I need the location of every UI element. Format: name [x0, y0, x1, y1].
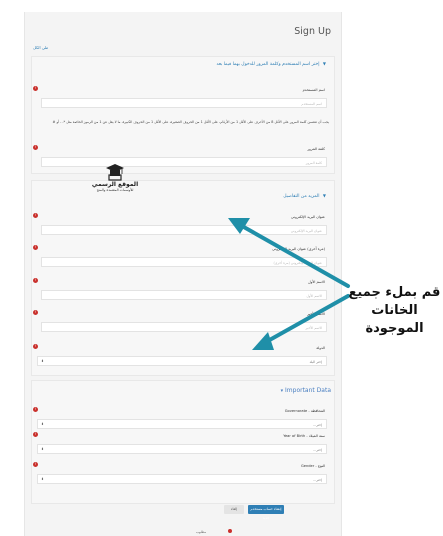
cancel-button[interactable]: إلغاء: [224, 505, 244, 514]
username-input[interactable]: اسم المستخدم: [41, 98, 327, 108]
caret-down-icon: ▼: [322, 193, 326, 198]
more-details-header[interactable]: ▼ المزيد من التفاصيل: [283, 193, 326, 199]
caret-down-icon: ▾: [280, 388, 284, 394]
firstname-label: الاسم الأول: [308, 280, 325, 284]
important-data-section: [31, 380, 335, 504]
lastname-input[interactable]: الاسم الأخير: [41, 322, 327, 332]
country-select-value: إختر البلد: [309, 359, 322, 364]
governorate-select-value: إختر...: [313, 422, 322, 427]
lastname-placeholder: الاسم الأخير: [305, 325, 322, 330]
password-placeholder: كلمة المرور: [305, 160, 322, 165]
required-icon: !: [33, 245, 38, 250]
firstname-placeholder: الاسم الأول: [306, 293, 322, 298]
page-title: Sign Up: [294, 26, 331, 37]
graduation-cap-icon: [106, 164, 124, 181]
governorate-label: المحافظة - Governorate: [284, 409, 325, 413]
email-input[interactable]: عنوان البريد الإلكتروني: [41, 225, 327, 235]
signup-form-panel: Sign Up طي الكل ▼ إختر اسم المستخدم وكلم…: [24, 12, 342, 536]
required-icon: !: [33, 145, 38, 150]
required-icon: !: [33, 278, 38, 283]
username-placeholder: اسم المستخدم: [301, 101, 322, 106]
password-label: كلمة المرور: [307, 147, 325, 151]
logo-subtitle: للأوسمات المعتمدة والمنح: [96, 188, 134, 192]
email-label: عنوان البريد الإلكتروني: [291, 215, 325, 219]
email-confirm-label: (مرة أخرى) عنوان البريد الإلكتروني: [272, 247, 325, 251]
governorate-select[interactable]: إختر... ⬍: [37, 419, 327, 429]
official-site-logo: الموقع الرسمي للأوسمات المعتمدة والمنح: [86, 163, 144, 203]
email-confirm-input[interactable]: عنوان البريد الإلكتروني (مرة أخرى): [41, 257, 327, 267]
gender-select[interactable]: إختر... ⬍: [37, 474, 327, 484]
year-of-birth-select[interactable]: إختر... ⬍: [37, 444, 327, 454]
password-input[interactable]: كلمة المرور: [41, 157, 327, 167]
more-details-title: المزيد من التفاصيل: [283, 194, 320, 199]
required-icon: !: [33, 310, 38, 315]
select-arrows-icon: ⬍: [41, 359, 44, 363]
required-icon: !: [33, 407, 38, 412]
account-section-header[interactable]: ▼ إختر اسم المستخدم وكلمة المرور للدخول …: [216, 61, 326, 67]
country-select[interactable]: إختر البلد ⬍: [37, 356, 327, 366]
required-icon: !: [33, 213, 38, 218]
email-placeholder: عنوان البريد الإلكتروني: [290, 228, 322, 233]
required-icon: !: [33, 462, 38, 467]
lastname-label: الاسم الأخير: [307, 312, 325, 316]
password-hint: يجب أن تتضمن كلمة المرور على الأقل 8 من …: [52, 120, 329, 124]
annotation-line-2: الخانات الموجودة: [365, 303, 424, 336]
required-icon: [228, 529, 232, 533]
select-arrows-icon: ⬍: [41, 422, 44, 426]
year-of-birth-select-value: إختر...: [313, 447, 322, 452]
create-account-button[interactable]: إنشاء حساب مستخدم جديد: [248, 505, 284, 520]
logo-title: الموقع الرسمي: [91, 181, 139, 188]
required-icon: !: [33, 86, 38, 91]
username-label: اسم المستخدم: [302, 88, 325, 92]
important-data-header[interactable]: Important Data ▾: [281, 387, 331, 394]
important-data-title: Important Data: [285, 387, 331, 394]
gender-label: النوع - Gender: [300, 464, 325, 468]
more-details-section: ▼ المزيد من التفاصيل: [31, 180, 335, 376]
year-of-birth-label: سنة الميلاد - Year of Birth: [283, 434, 325, 438]
firstname-input[interactable]: الاسم الأول: [41, 290, 327, 300]
email-confirm-placeholder: عنوان البريد الإلكتروني (مرة أخرى): [273, 260, 322, 265]
country-label: الدولة: [316, 346, 325, 350]
collapse-all-link[interactable]: طي الكل: [33, 45, 48, 50]
annotation-line-1: قم بملء جميع: [348, 285, 441, 300]
caret-down-icon: ▼: [322, 61, 326, 66]
select-arrows-icon: ⬍: [41, 477, 44, 481]
required-note: مطلوب: [196, 530, 207, 534]
required-icon: !: [33, 432, 38, 437]
account-section-title: إختر اسم المستخدم وكلمة المرور للدخول به…: [216, 62, 320, 67]
gender-select-value: إختر...: [313, 477, 322, 482]
select-arrows-icon: ⬍: [41, 447, 44, 451]
required-icon: !: [33, 344, 38, 349]
